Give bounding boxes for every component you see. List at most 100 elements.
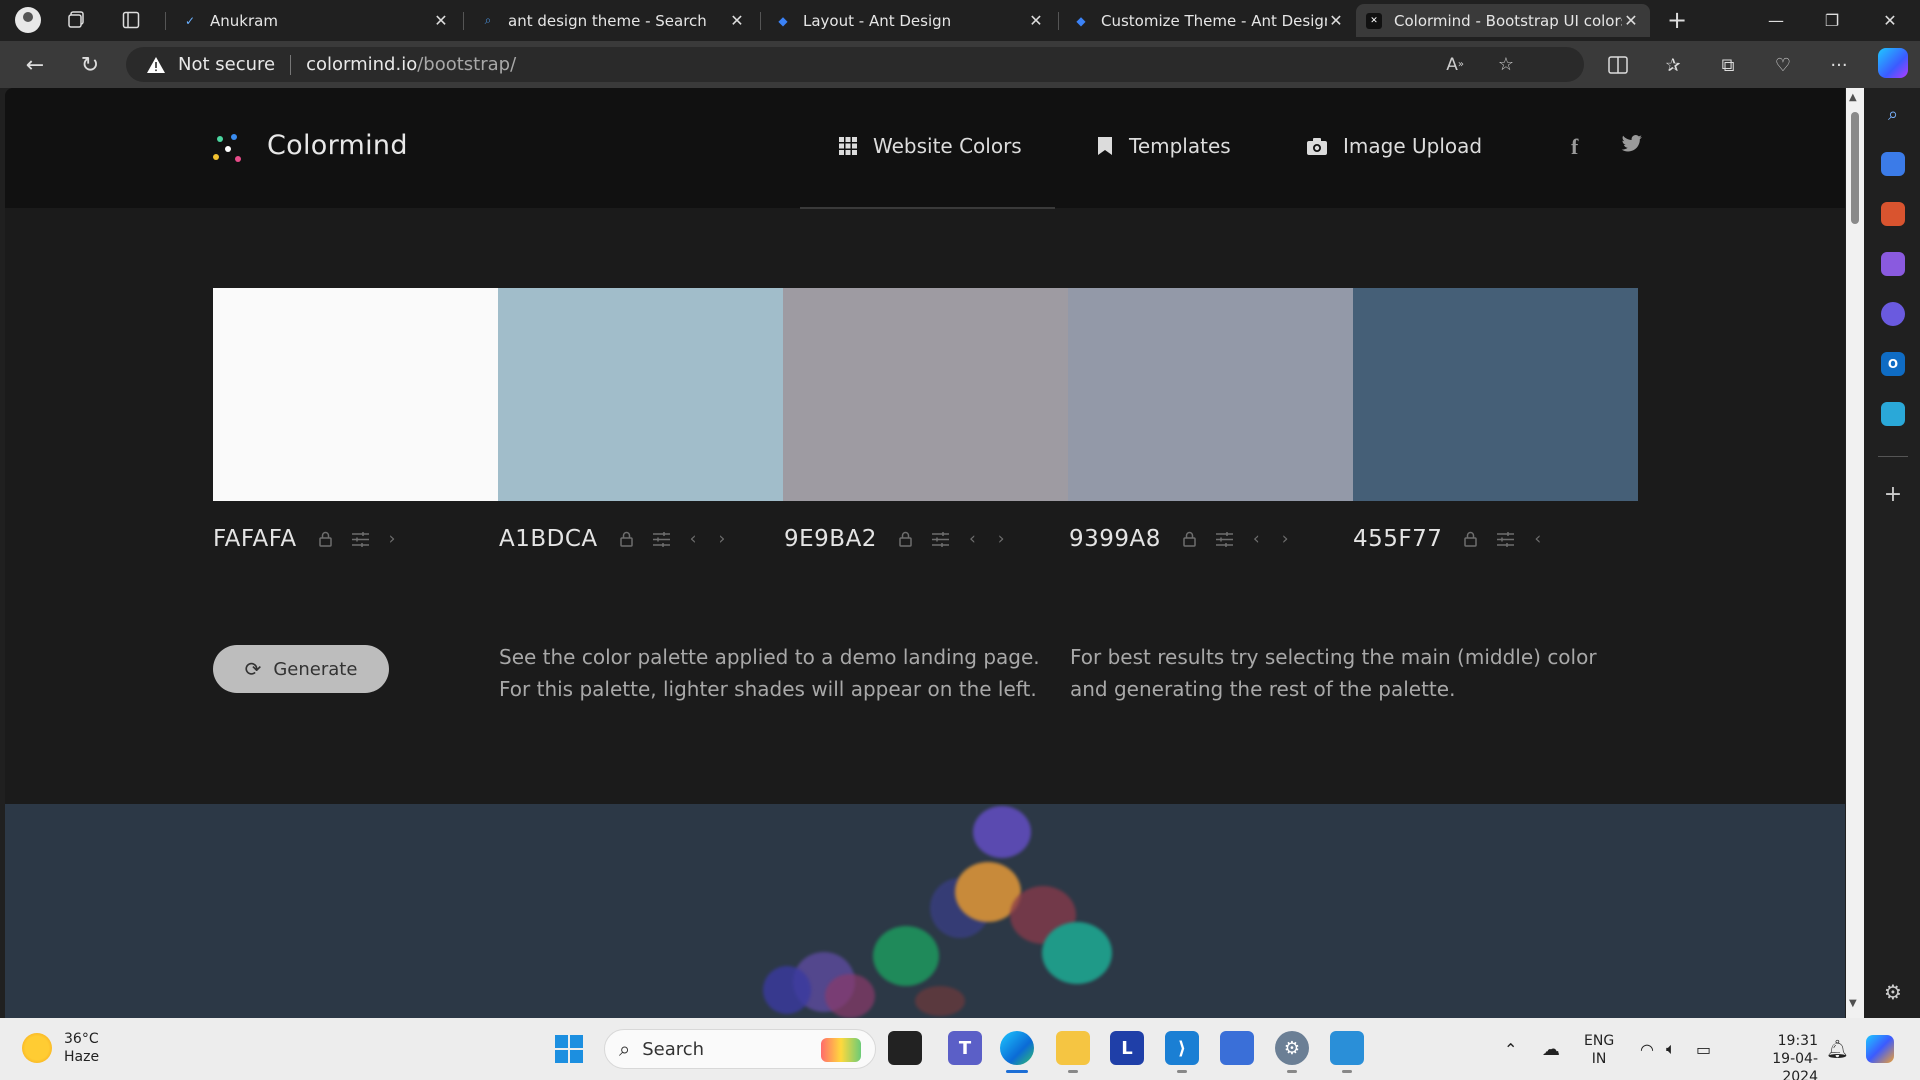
tab-colormind[interactable]: ✕ Colormind - Bootstrap UI colors ✕ [1356,4,1650,37]
tab-anukram[interactable]: ✓ Anukram ✕ [172,4,460,37]
tab-layout-ant-design[interactable]: ◆ Layout - Ant Design ✕ [765,4,1055,37]
settings-app-icon[interactable]: ⚙ [1275,1031,1309,1073]
add-icon[interactable]: + [1881,482,1905,507]
address-bar[interactable]: Not secure colormind.io/bootstrap/ A» ☆ [126,47,1584,82]
hex-value[interactable]: 455F77 [1353,526,1442,552]
security-label[interactable]: Not secure [178,54,275,75]
color-swatch[interactable] [1353,288,1638,501]
hex-value[interactable]: 9399A8 [1069,526,1161,552]
read-aloud-icon[interactable]: A» [1446,47,1464,82]
scroll-up-icon[interactable]: ▲ [1849,92,1857,103]
close-icon[interactable]: ✕ [1027,11,1045,30]
adjust-sliders-icon[interactable] [652,531,670,547]
favorite-star-icon[interactable]: ☆ [1498,47,1514,82]
file-explorer-icon[interactable] [1056,1031,1090,1073]
tools-icon[interactable] [1881,202,1905,226]
new-tab-icon[interactable]: + [1662,5,1692,35]
weather-widget[interactable]: 36°C Haze [22,1030,99,1066]
search-icon[interactable]: ⌕ [1881,102,1905,126]
facebook-icon[interactable]: f [1571,134,1578,160]
color-swatch[interactable] [783,288,1068,501]
url-host[interactable]: colormind.io [306,54,417,75]
restore-icon[interactable]: ❐ [1804,0,1860,41]
chevron-left-icon[interactable]: ‹ [969,529,976,549]
shopping-tag-icon[interactable] [1881,152,1905,176]
chevron-left-icon[interactable]: ‹ [1534,529,1541,549]
tab-actions-icon[interactable] [116,5,146,35]
games-icon[interactable] [1881,252,1905,276]
color-swatch[interactable] [213,288,498,501]
lock-icon[interactable] [318,531,332,547]
adjust-sliders-icon[interactable] [1497,531,1515,547]
hex-value[interactable]: A1BDCA [499,526,598,552]
back-icon[interactable]: ← [20,50,50,80]
copilot-taskbar-icon[interactable] [1866,1018,1894,1080]
tab-customize-theme[interactable]: ◆ Customize Theme - Ant Design ✕ [1063,4,1355,37]
outlook-icon[interactable]: O [1881,352,1905,376]
taskbar-search[interactable]: ⌕ Search [604,1029,876,1069]
chevron-left-icon[interactable]: ‹ [690,529,697,549]
adjust-sliders-icon[interactable] [931,531,949,547]
close-icon[interactable]: ✕ [728,11,746,30]
twitter-icon[interactable] [1621,134,1643,158]
system-clock[interactable]: 19:31 19-04-2024 [1738,1032,1818,1080]
color-swatch[interactable] [498,288,783,501]
lock-icon[interactable] [1183,531,1196,547]
brand-name[interactable]: Colormind [267,130,408,161]
drop-icon[interactable] [1881,402,1905,426]
hex-value[interactable]: 9E9BA2 [784,526,877,552]
generate-button[interactable]: ⟳ Generate [213,645,389,693]
colormind-logo-icon[interactable] [211,132,247,168]
close-icon[interactable]: ✕ [1622,11,1640,30]
nav-templates[interactable]: Templates [1097,134,1231,158]
photos-app-icon[interactable] [1330,1031,1364,1073]
chevron-right-icon[interactable]: › [998,529,1005,549]
chevron-left-icon[interactable]: ‹ [1253,529,1260,549]
minimize-icon[interactable]: — [1748,0,1804,41]
lock-icon[interactable] [619,531,633,547]
volume-icon[interactable]: 🔈︎ [1666,1018,1676,1080]
split-screen-icon[interactable] [1603,50,1633,80]
copilot-icon[interactable] [1878,48,1908,78]
page-scrollbar[interactable]: ▲ ▼ [1846,88,1864,1018]
chevron-right-icon[interactable]: › [718,529,725,549]
reload-icon[interactable]: ↻ [75,50,105,80]
close-icon[interactable]: ✕ [432,11,450,30]
chevron-up-icon[interactable]: ⌃ [1504,1018,1517,1080]
more-options-icon[interactable]: ··· [1824,50,1854,80]
edge-browser-icon[interactable] [1000,1031,1034,1073]
favorites-icon[interactable]: ✰ [1658,50,1688,80]
workspaces-icon[interactable] [62,5,92,35]
color-swatch[interactable] [1068,288,1353,501]
vscode-icon[interactable]: ⟩ [1165,1031,1199,1073]
chevron-right-icon[interactable]: › [389,529,396,549]
hex-value[interactable]: FAFAFA [213,526,297,552]
lock-icon[interactable] [899,531,912,547]
scroll-down-icon[interactable]: ▼ [1849,998,1857,1009]
notification-bell-icon[interactable]: 🔔︎ [1826,1018,1849,1080]
collections-icon[interactable]: ⧉ [1713,50,1743,80]
teams-icon[interactable]: T [948,1031,982,1065]
browser-essentials-icon[interactable]: ♡ [1768,50,1798,80]
window-close-icon[interactable]: ✕ [1862,0,1918,41]
nav-image-upload[interactable]: Image Upload [1307,134,1482,158]
adjust-sliders-icon[interactable] [1215,531,1233,547]
scroll-thumb[interactable] [1851,112,1859,224]
l-app-icon[interactable]: L [1110,1031,1144,1065]
nav-website-colors[interactable]: Website Colors [839,134,1022,158]
warning-icon[interactable] [146,55,168,75]
wifi-icon[interactable]: ◠ [1640,1018,1654,1080]
tab-ant-design-search[interactable]: ⌕ ant design theme - Search ✕ [470,4,756,37]
profile-icon[interactable] [13,5,43,35]
task-view-icon[interactable] [888,1031,922,1065]
chevron-right-icon[interactable]: › [1282,529,1289,549]
url-path[interactable]: /bootstrap/ [417,54,516,75]
adjust-sliders-icon[interactable] [351,531,369,547]
close-icon[interactable]: ✕ [1327,11,1345,30]
lock-icon[interactable] [1464,531,1478,547]
windows-start-icon[interactable] [555,1035,583,1063]
onedrive-cloud-icon[interactable]: ☁ [1542,1018,1560,1080]
settings-gear-icon[interactable]: ⚙ [1881,980,1905,1004]
battery-icon[interactable]: ▭ [1696,1018,1711,1080]
paint-app-icon[interactable] [1220,1031,1254,1065]
